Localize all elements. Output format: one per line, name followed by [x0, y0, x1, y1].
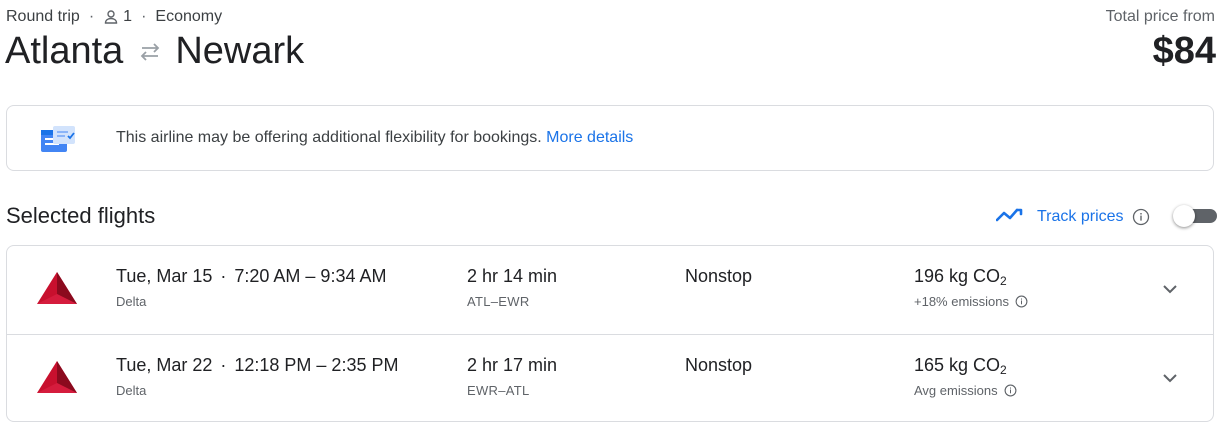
- co2-subscript: 2: [1000, 363, 1007, 377]
- delta-logo: [35, 359, 79, 402]
- track-prices-toggle[interactable]: [1173, 205, 1217, 227]
- flight-date: Tue, Mar 22: [116, 355, 213, 375]
- info-icon[interactable]: [1132, 208, 1150, 226]
- flight-row-return[interactable]: Tue, Mar 22 · 12:18 PM – 2:35 PM Delta 2 h…: [7, 334, 1213, 421]
- separator-dot: ·: [220, 355, 227, 375]
- cabin-class[interactable]: Economy: [155, 8, 222, 26]
- separator-dot: ·: [88, 8, 95, 25]
- price-label: Total price from: [1105, 8, 1215, 25]
- flight-duration: 2 hr 14 min: [467, 266, 558, 286]
- airline-name: Delta: [116, 383, 147, 398]
- chevron-down-icon[interactable]: [1159, 367, 1181, 394]
- chevron-down-icon[interactable]: [1159, 278, 1181, 305]
- person-icon: [103, 9, 119, 25]
- trip-type[interactable]: Round trip: [6, 8, 80, 26]
- emissions-text: Avg emissions: [914, 383, 998, 398]
- airport-codes: EWR–ATL: [467, 383, 530, 398]
- stops: Nonstop: [685, 355, 753, 375]
- info-icon[interactable]: [1015, 295, 1028, 308]
- separator-dot: ·: [141, 8, 147, 25]
- flight-date: Tue, Mar 15: [116, 266, 213, 286]
- destination-city: Newark: [175, 30, 305, 72]
- track-prices[interactable]: Track prices: [995, 205, 1150, 228]
- co2-amount: 196 kg CO2: [914, 266, 1007, 288]
- airport-codes: ATL–EWR: [467, 294, 530, 309]
- info-icon[interactable]: [1004, 384, 1017, 397]
- flight-date-time: Tue, Mar 15 · 7:20 AM – 9:34 AM: [116, 266, 386, 287]
- separator-dot: ·: [220, 266, 227, 286]
- swap-arrows-icon: [137, 41, 163, 63]
- section-title: Selected flights: [6, 203, 156, 228]
- more-details-link[interactable]: More details: [546, 129, 633, 146]
- trip-summary: Round trip · 1 · Economy: [6, 8, 222, 26]
- flight-times: 7:20 AM – 9:34 AM: [234, 266, 387, 286]
- total-price: $84: [1152, 30, 1216, 72]
- co2-value: 165 kg CO: [914, 355, 1001, 375]
- flight-times: 12:18 PM – 2:35 PM: [234, 355, 399, 375]
- emissions-note: Avg emissions: [914, 383, 1017, 398]
- flight-date-time: Tue, Mar 22 · 12:18 PM – 2:35 PM: [116, 355, 398, 376]
- trend-icon: [995, 205, 1024, 228]
- track-prices-label[interactable]: Track prices: [1037, 208, 1124, 226]
- toggle-knob: [1173, 205, 1195, 227]
- flight-duration: 2 hr 17 min: [467, 355, 558, 375]
- airline-name: Delta: [116, 294, 147, 309]
- passenger-count[interactable]: 1: [123, 8, 132, 26]
- selected-flights-list: Tue, Mar 15 · 7:20 AM – 9:34 AM Delta 2 hr…: [6, 245, 1214, 422]
- delta-logo: [35, 270, 79, 313]
- flexible-booking-icon: [37, 124, 81, 161]
- origin-city: Atlanta: [5, 30, 124, 72]
- banner-text: This airline may be offering additional …: [116, 129, 542, 146]
- stops: Nonstop: [685, 266, 753, 286]
- co2-amount: 165 kg CO2: [914, 355, 1007, 377]
- co2-subscript: 2: [1000, 274, 1007, 288]
- co2-value: 196 kg CO: [914, 266, 1001, 286]
- emissions-text: +18% emissions: [914, 294, 1010, 309]
- route-title: Atlanta Newark: [5, 30, 304, 73]
- flexibility-banner: This airline may be offering additional …: [6, 105, 1214, 171]
- emissions-note: +18% emissions: [914, 294, 1028, 309]
- banner-message: This airline may be offering additional …: [116, 129, 633, 147]
- flight-row-outbound[interactable]: Tue, Mar 15 · 7:20 AM – 9:34 AM Delta 2 hr…: [7, 246, 1213, 334]
